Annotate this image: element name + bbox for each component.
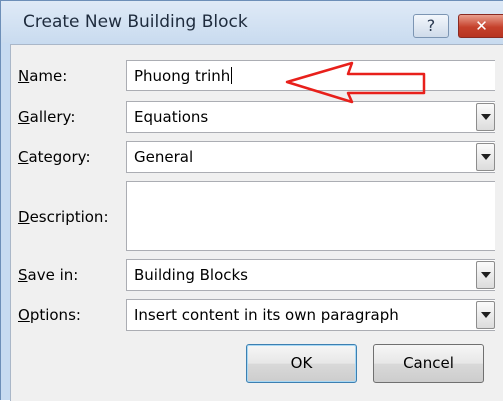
name-label: Name: bbox=[18, 67, 68, 85]
red-arrow-annotation bbox=[285, 61, 426, 104]
cancel-button[interactable]: Cancel bbox=[373, 344, 484, 383]
description-label: Description: bbox=[18, 208, 109, 226]
save-in-label: Save in: bbox=[18, 266, 79, 284]
arrow-shape bbox=[285, 61, 426, 104]
gallery-select[interactable]: Equations bbox=[126, 101, 495, 133]
gallery-label: Gallery: bbox=[18, 108, 76, 126]
close-button[interactable]: ✕ bbox=[458, 14, 503, 38]
close-icon: ✕ bbox=[475, 17, 488, 35]
create-building-block-dialog: Create New Building Block ? ✕ Name: Phuo… bbox=[0, 0, 503, 401]
description-textarea[interactable] bbox=[126, 181, 495, 251]
options-select-value: Insert content in its own paragraph bbox=[134, 306, 399, 324]
category-select-value: General bbox=[134, 148, 194, 166]
save-in-select[interactable]: Building Blocks bbox=[126, 259, 495, 291]
category-select[interactable]: General bbox=[126, 141, 495, 173]
category-label: Category: bbox=[18, 148, 91, 166]
name-input-value: Phuong trinh bbox=[134, 66, 231, 85]
help-icon: ? bbox=[426, 16, 436, 35]
options-select[interactable]: Insert content in its own paragraph bbox=[126, 299, 495, 331]
gallery-select-value: Equations bbox=[134, 108, 209, 126]
options-label: Options: bbox=[18, 306, 81, 324]
gallery-dropdown-button[interactable] bbox=[476, 103, 495, 131]
save-in-dropdown-button[interactable] bbox=[476, 261, 495, 289]
text-caret bbox=[231, 66, 233, 84]
ok-button[interactable]: OK bbox=[246, 344, 357, 383]
save-in-select-value: Building Blocks bbox=[134, 266, 249, 284]
dialog-title: Create New Building Block bbox=[23, 12, 248, 32]
category-dropdown-button[interactable] bbox=[476, 143, 495, 171]
help-button[interactable]: ? bbox=[413, 14, 449, 38]
title-bar[interactable]: Create New Building Block ? ✕ bbox=[1, 1, 503, 43]
options-dropdown-button[interactable] bbox=[476, 301, 495, 329]
